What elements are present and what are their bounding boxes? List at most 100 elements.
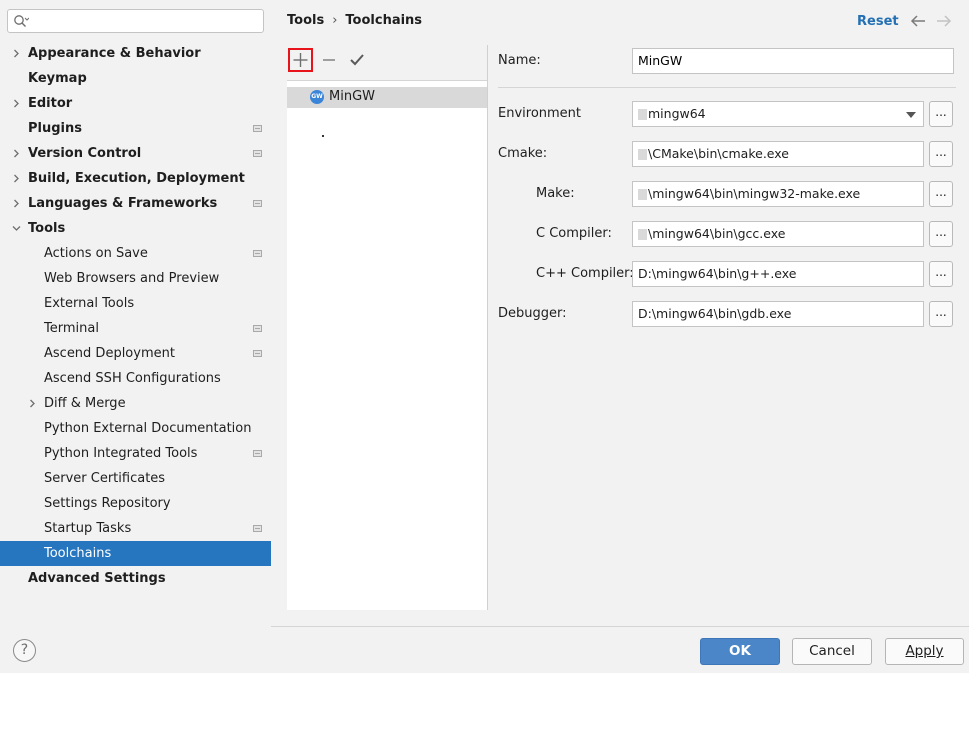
settings-search-input[interactable] xyxy=(34,12,259,30)
chevron-right-icon[interactable] xyxy=(12,174,21,183)
sidebar-item-label: Settings Repository xyxy=(44,496,171,511)
sidebar-item-label: Advanced Settings xyxy=(28,571,166,586)
name-input[interactable] xyxy=(638,53,953,68)
sidebar-item-label: Ascend SSH Configurations xyxy=(44,371,221,386)
breadcrumb-separator: › xyxy=(332,13,338,28)
cmake-field[interactable]: \CMake\bin\cmake.exe xyxy=(632,141,924,167)
sidebar-item-label: Web Browsers and Preview xyxy=(44,271,220,286)
mingw-icon: GW xyxy=(310,90,324,104)
chevron-right-icon[interactable] xyxy=(28,399,37,408)
debugger-label: Debugger: xyxy=(498,306,567,321)
redacted-text xyxy=(638,189,647,200)
c-compiler-field[interactable]: \mingw64\bin\gcc.exe xyxy=(632,221,924,247)
c-compiler-value: \mingw64\bin\gcc.exe xyxy=(648,226,786,241)
sidebar-item-terminal[interactable]: Terminal xyxy=(0,316,271,341)
name-field[interactable] xyxy=(632,48,954,74)
cmake-browse-button[interactable]: ... xyxy=(929,141,953,167)
toolchain-name: MinGW xyxy=(329,89,375,104)
plus-icon xyxy=(293,53,308,67)
settings-sidebar: Appearance & Behavior Keymap Editor Plugins… xyxy=(0,0,271,662)
make-field[interactable]: \mingw64\bin\mingw32-make.exe xyxy=(632,181,924,207)
sidebar-item-version-control[interactable]: Version Control xyxy=(0,141,271,166)
cancel-button[interactable]: Cancel xyxy=(792,638,872,665)
sidebar-item-languages-frameworks[interactable]: Languages & Frameworks xyxy=(0,191,271,216)
project-level-icon xyxy=(253,350,262,357)
sidebar-item-server-certificates[interactable]: Server Certificates xyxy=(0,466,271,491)
redacted-text xyxy=(638,229,647,240)
project-level-icon xyxy=(253,150,262,157)
sidebar-item-label: Editor xyxy=(28,96,73,111)
toolchain-list-item[interactable]: GW MinGW xyxy=(287,87,487,108)
settings-search-box[interactable] xyxy=(7,9,264,33)
sidebar-item-ascend-deployment[interactable]: Ascend Deployment xyxy=(0,341,271,366)
cpp-compiler-value: D:\mingw64\bin\g++.exe xyxy=(638,266,797,281)
back-arrow-icon[interactable] xyxy=(909,13,927,29)
debugger-value: D:\mingw64\bin\gdb.exe xyxy=(638,306,792,321)
chevron-down-icon xyxy=(906,112,916,118)
form-separator xyxy=(498,87,956,88)
sidebar-item-label: Ascend Deployment xyxy=(44,346,175,361)
help-icon[interactable]: ? xyxy=(13,639,36,662)
sidebar-item-label: Actions on Save xyxy=(44,246,148,261)
environment-browse-button[interactable]: ... xyxy=(929,101,953,127)
sidebar-item-appearance-behavior[interactable]: Appearance & Behavior xyxy=(0,41,271,66)
name-label: Name: xyxy=(498,53,541,68)
checkmark-icon xyxy=(350,54,364,66)
sidebar-item-plugins[interactable]: Plugins xyxy=(0,116,271,141)
project-level-icon xyxy=(253,250,262,257)
sidebar-item-label: Server Certificates xyxy=(44,471,166,486)
settings-dialog: Appearance & Behavior Keymap Editor Plugins… xyxy=(0,0,969,673)
toolchain-list-panel: GW MinGW xyxy=(287,45,487,610)
sidebar-item-ascend-ssh-configurations[interactable]: Ascend SSH Configurations xyxy=(0,366,271,391)
apply-button[interactable]: Apply xyxy=(885,638,964,665)
sidebar-item-startup-tasks[interactable]: Startup Tasks xyxy=(0,516,271,541)
debugger-field[interactable]: D:\mingw64\bin\gdb.exe xyxy=(632,301,924,327)
sidebar-item-actions-on-save[interactable]: Actions on Save xyxy=(0,241,271,266)
sidebar-item-settings-repository[interactable]: Settings Repository xyxy=(0,491,271,516)
sidebar-item-label: Plugins xyxy=(28,121,82,136)
redacted-text xyxy=(638,109,647,120)
environment-select[interactable]: mingw64 xyxy=(632,101,924,127)
sidebar-item-editor[interactable]: Editor xyxy=(0,91,271,116)
apply-button-label: Apply xyxy=(905,643,944,659)
project-level-icon xyxy=(253,325,262,332)
chevron-right-icon[interactable] xyxy=(12,49,21,58)
forward-arrow-icon[interactable] xyxy=(935,13,953,29)
sidebar-item-python-integrated-tools[interactable]: Python Integrated Tools xyxy=(0,441,271,466)
sidebar-item-label: Python External Documentation xyxy=(44,421,252,436)
sidebar-item-advanced-settings[interactable]: Advanced Settings xyxy=(0,566,271,591)
make-browse-button[interactable]: ... xyxy=(929,181,953,207)
set-default-button[interactable] xyxy=(347,50,367,70)
sidebar-item-tools[interactable]: Tools xyxy=(0,216,271,241)
sidebar-item-external-tools[interactable]: External Tools xyxy=(0,291,271,316)
footer-separator xyxy=(271,626,969,627)
sidebar-item-python-external-documentation[interactable]: Python External Documentation xyxy=(0,416,271,441)
reset-link[interactable]: Reset xyxy=(857,14,899,29)
sidebar-item-label: Python Integrated Tools xyxy=(44,446,198,461)
ok-button[interactable]: OK xyxy=(700,638,780,665)
sidebar-item-web-browsers-and-preview[interactable]: Web Browsers and Preview xyxy=(0,266,271,291)
sidebar-item-label: External Tools xyxy=(44,296,135,311)
sidebar-item-label: Appearance & Behavior xyxy=(28,46,201,61)
chevron-right-icon[interactable] xyxy=(12,149,21,158)
debugger-browse-button[interactable]: ... xyxy=(929,301,953,327)
sidebar-item-label: Toolchains xyxy=(44,546,112,561)
sidebar-item-toolchains[interactable]: Toolchains xyxy=(0,541,271,566)
c-compiler-browse-button[interactable]: ... xyxy=(929,221,953,247)
chevron-right-icon[interactable] xyxy=(12,199,21,208)
chevron-down-icon[interactable] xyxy=(12,224,21,233)
toolchain-toolbar xyxy=(287,45,487,81)
minus-icon xyxy=(323,59,335,61)
cpp-compiler-browse-button[interactable]: ... xyxy=(929,261,953,287)
sidebar-item-label: Terminal xyxy=(44,321,99,336)
add-toolchain-button[interactable] xyxy=(288,48,313,72)
project-level-icon xyxy=(253,450,262,457)
sidebar-item-build-execution-deployment[interactable]: Build, Execution, Deployment xyxy=(0,166,271,191)
sidebar-item-label: Build, Execution, Deployment xyxy=(28,171,245,186)
sidebar-item-keymap[interactable]: Keymap xyxy=(0,66,271,91)
cmake-label: Cmake: xyxy=(498,146,548,161)
sidebar-item-diff-merge[interactable]: Diff & Merge xyxy=(0,391,271,416)
chevron-right-icon[interactable] xyxy=(12,99,21,108)
remove-toolchain-button[interactable] xyxy=(319,50,339,70)
cpp-compiler-field[interactable]: D:\mingw64\bin\g++.exe xyxy=(632,261,924,287)
